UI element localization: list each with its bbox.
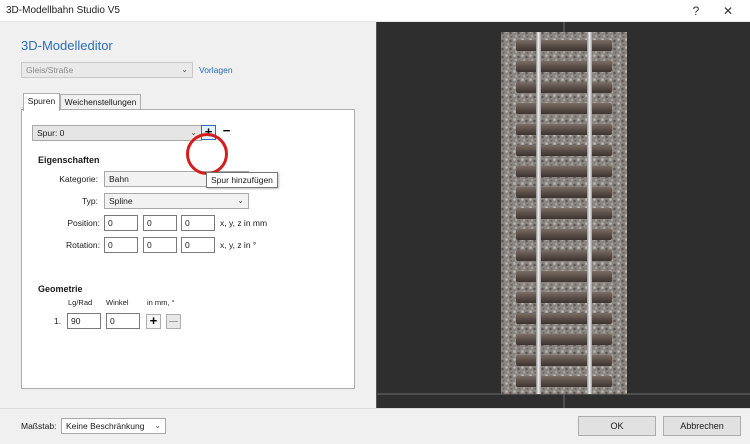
editor-heading: 3D-Modelleditor (21, 38, 113, 53)
geometry-col-length: Lg/Rad (68, 298, 93, 307)
properties-heading: Eigenschaften (38, 155, 100, 165)
category-combo[interactable]: Gleis/Straße ⌄ (21, 62, 193, 78)
sleeper (516, 208, 612, 219)
position-label: Position: (67, 218, 100, 228)
kategorie-label: Kategorie: (59, 174, 98, 184)
kategorie-value: Bahn (109, 174, 129, 184)
spur-selector-value: Spur: 0 (37, 128, 65, 138)
tab-spuren[interactable]: Spuren (23, 93, 60, 111)
rotation-unit: x, y, z in ° (220, 240, 257, 250)
category-combo-value: Gleis/Straße (26, 65, 74, 75)
typ-label: Typ: (81, 196, 98, 206)
scale-select[interactable]: Keine Beschränkung ⌄ (61, 418, 166, 434)
cancel-button[interactable]: Abbrechen (663, 416, 741, 436)
geometry-length-input[interactable]: 90 (67, 313, 101, 329)
sleeper (516, 250, 612, 261)
plus-icon: + (149, 313, 158, 328)
minus-icon: — (169, 316, 178, 326)
ok-button[interactable]: OK (578, 416, 656, 436)
minus-icon: − (222, 123, 231, 138)
geometry-row-index: 1. (54, 316, 62, 326)
sleepers (516, 40, 612, 387)
typ-select[interactable]: Spline ⌄ (104, 193, 249, 209)
footer-bar: Maßstab: Keine Beschränkung ⌄ OK Abbrech… (0, 408, 750, 444)
position-unit: x, y, z in mm (220, 218, 268, 228)
geometry-angle-input[interactable]: 0 (106, 313, 140, 329)
rotation-label: Rotation: (65, 240, 100, 250)
sleeper (516, 292, 612, 303)
remove-segment-button[interactable]: — (166, 314, 181, 329)
position-y-input[interactable]: 0 (143, 215, 177, 231)
tab-weichenstellungen[interactable]: Weichenstellungen (60, 94, 141, 110)
rotation-z-input[interactable]: 0 (181, 237, 215, 253)
add-spur-tooltip: Spur hinzufügen (206, 172, 278, 188)
add-segment-button[interactable]: + (146, 314, 161, 329)
sleeper (516, 166, 612, 177)
position-z-input[interactable]: 0 (181, 215, 215, 231)
geometry-col-unit: in mm, ° (147, 298, 175, 307)
rotation-x-input[interactable]: 0 (104, 237, 138, 253)
highlight-circle (186, 133, 228, 175)
title-bar: 3D-Modellbahn Studio V5 ? ✕ (0, 0, 750, 22)
dialog-body: 3D-Modelleditor Gleis/Straße ⌄ Vorlagen … (0, 22, 750, 408)
help-button[interactable]: ? (684, 2, 708, 20)
sleeper (516, 103, 612, 114)
position-x-input[interactable]: 0 (104, 215, 138, 231)
sleeper (516, 124, 612, 135)
window-title: 3D-Modellbahn Studio V5 (6, 5, 120, 16)
sleeper (516, 229, 612, 240)
chevron-down-icon: ⌄ (237, 196, 244, 205)
geometry-col-angle: Winkel (106, 298, 129, 307)
sleeper (516, 40, 612, 51)
sleeper (516, 376, 612, 387)
right-rail (587, 32, 592, 394)
track-preview (377, 22, 750, 408)
spur-selector[interactable]: Spur: 0 ⌄ (32, 125, 202, 141)
sleeper (516, 313, 612, 324)
rotation-y-input[interactable]: 0 (143, 237, 177, 253)
scale-value: Keine Beschränkung (66, 421, 145, 431)
typ-value: Spline (109, 196, 133, 206)
sleeper (516, 271, 612, 282)
geometry-heading: Geometrie (38, 284, 83, 294)
close-button[interactable]: ✕ (716, 2, 740, 20)
sleeper (516, 61, 612, 72)
scale-label: Maßstab: (21, 421, 57, 431)
3d-viewport[interactable] (376, 22, 750, 408)
chevron-down-icon: ⌄ (154, 421, 161, 430)
chevron-down-icon: ⌄ (181, 65, 188, 74)
sleeper (516, 334, 612, 345)
templates-link[interactable]: Vorlagen (199, 65, 233, 75)
sleeper (516, 145, 612, 156)
sleeper (516, 82, 612, 93)
sleeper (516, 355, 612, 366)
left-rail (536, 32, 541, 394)
sleeper (516, 187, 612, 198)
